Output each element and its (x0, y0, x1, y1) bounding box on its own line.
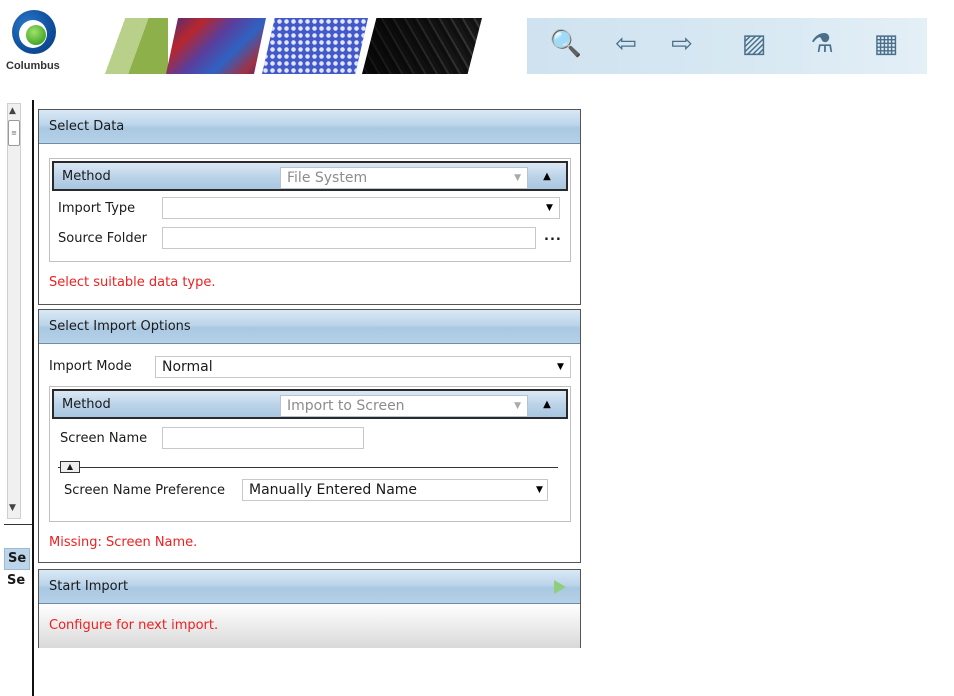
chevron-down-icon: ▼ (546, 203, 553, 213)
method-header[interactable]: Method Import to Screen ▼ ▲ (52, 389, 568, 419)
method-select[interactable]: File System ▼ (280, 167, 528, 189)
chevron-down-icon: ▼ (514, 401, 521, 411)
method-group: Method File System ▼ ▲ Import Type ▼ Sou… (49, 158, 571, 262)
screen-name-input[interactable] (162, 427, 364, 449)
method-group: Method Import to Screen ▼ ▲ Screen Name … (49, 386, 571, 522)
import-mode-select[interactable]: Normal (155, 356, 571, 378)
select-data-panel: Select Data Method File System ▼ ▲ Impor… (38, 109, 581, 305)
chevron-down-icon: ▼ (514, 173, 521, 183)
export-icon[interactable]: ⇨ (660, 22, 704, 66)
analysis-icon[interactable]: ⚗ (800, 22, 844, 66)
import-options-panel: Select Import Options Import Mode Normal… (38, 309, 581, 563)
import-mode-label: Import Mode (49, 359, 132, 374)
browse-button[interactable]: ... (544, 229, 562, 244)
start-import-header[interactable]: Start Import (39, 570, 580, 604)
screen-name-preference-select[interactable]: Manually Entered Name (242, 479, 548, 501)
import-icon[interactable]: ⇦ (604, 22, 648, 66)
chevron-down-icon: ▼ (536, 485, 543, 495)
header-banner-images (104, 18, 528, 74)
side-tab-2[interactable]: Se (4, 573, 25, 588)
collapse-icon[interactable]: ▲ (538, 397, 556, 413)
side-tab-1[interactable]: Se (4, 548, 30, 570)
source-folder-label: Source Folder (58, 231, 147, 246)
play-arrow-icon[interactable] (554, 580, 566, 594)
divider (32, 100, 34, 696)
search-globe-icon[interactable]: 🔍 (544, 22, 588, 66)
collapse-icon[interactable]: ▲ (60, 461, 80, 473)
scroll-thumb[interactable]: ≡ (8, 120, 20, 146)
import-type-select[interactable] (162, 197, 560, 219)
scroll-up-icon[interactable]: ▲ (9, 106, 16, 116)
logo-text: Columbus (6, 60, 60, 72)
error-message: Select suitable data type. (49, 275, 216, 290)
panel-title: Select Data (39, 110, 580, 144)
status-message: Configure for next import. (49, 618, 219, 633)
panel-title: Select Import Options (39, 310, 580, 344)
scrollbar[interactable] (7, 103, 21, 519)
table-chart-icon[interactable]: ▦ (864, 22, 908, 66)
source-folder-input[interactable] (162, 227, 536, 249)
divider (58, 467, 558, 468)
image-zoom-icon[interactable]: ▨ (732, 22, 776, 66)
panel-title: Start Import (49, 579, 129, 594)
screen-name-preference-label: Screen Name Preference (64, 483, 225, 498)
start-import-panel: Start Import Configure for next import. (38, 569, 581, 648)
app-header: Columbus 🔍 ⇦ ⇨ ▨ ⚗ ▦ (0, 0, 954, 80)
method-label: Method (62, 397, 111, 412)
method-header[interactable]: Method File System ▼ ▲ (52, 161, 568, 191)
method-label: Method (62, 169, 111, 184)
scroll-down-icon[interactable]: ▼ (9, 503, 16, 513)
import-type-label: Import Type (58, 201, 136, 216)
method-select[interactable]: Import to Screen ▼ (280, 395, 528, 417)
screen-name-label: Screen Name (60, 431, 148, 446)
error-message: Missing: Screen Name. (49, 535, 198, 550)
divider (4, 524, 32, 525)
chevron-down-icon: ▼ (557, 362, 564, 372)
columbus-logo: Columbus (6, 10, 76, 78)
collapse-icon[interactable]: ▲ (538, 169, 556, 185)
